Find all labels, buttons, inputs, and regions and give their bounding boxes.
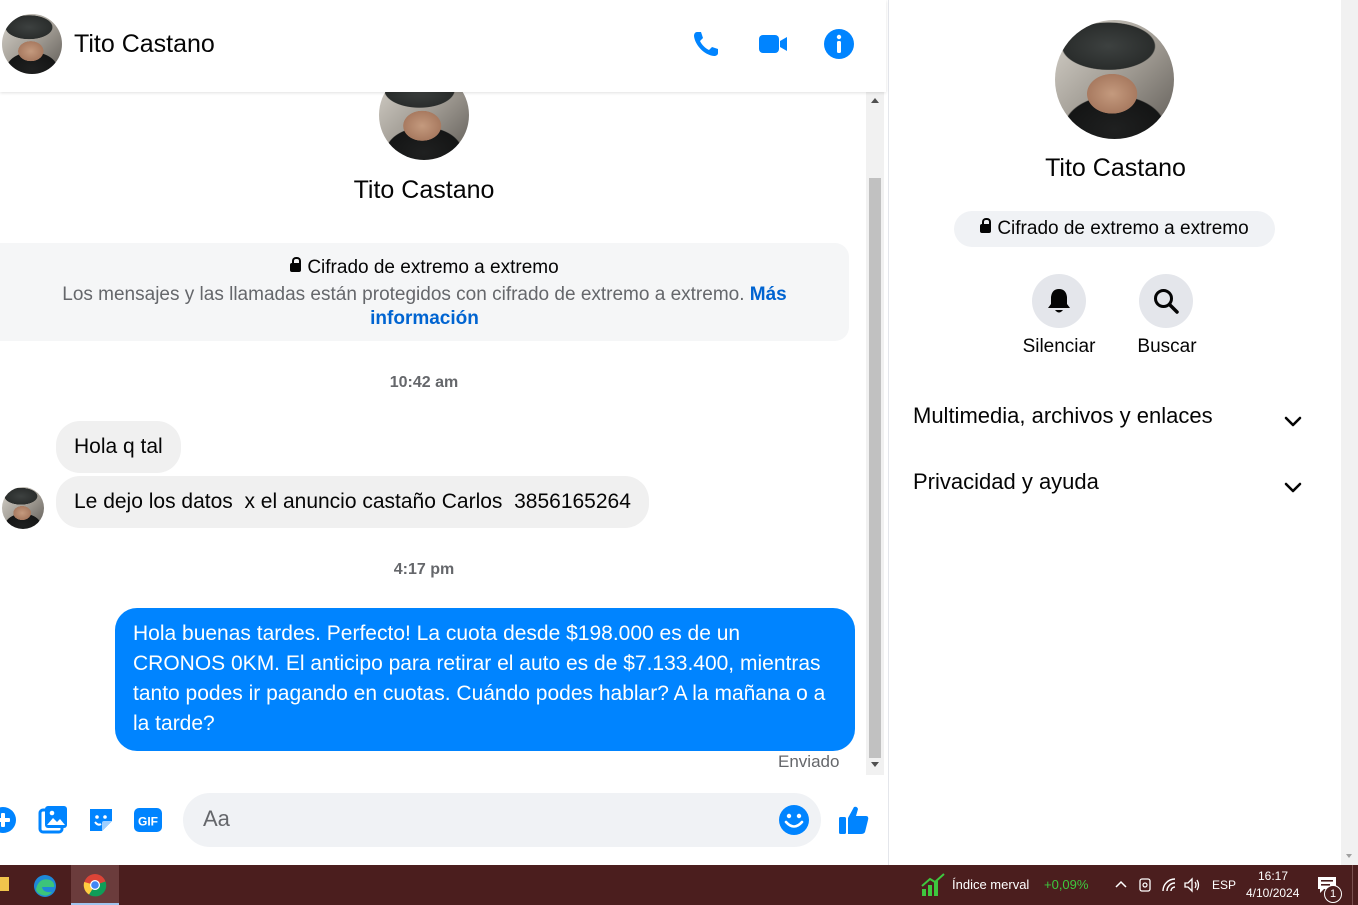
emoji-icon[interactable]	[778, 804, 810, 836]
search-label: Buscar	[1137, 336, 1197, 357]
search-button[interactable]	[1139, 274, 1193, 328]
info-icon[interactable]	[823, 28, 855, 60]
message-outgoing[interactable]: Hola buenas tardes. Perfecto! La cuota d…	[115, 608, 855, 751]
timestamp: 10:42 am	[389, 374, 459, 391]
composer: GIF	[0, 775, 886, 865]
contact-name[interactable]: Tito Castano	[74, 30, 215, 59]
message-input[interactable]	[201, 805, 765, 833]
section-media-files-links[interactable]: Multimedia, archivos y enlaces	[913, 403, 1323, 443]
info-panel: Tito Castano Cifrado de extremo a extrem…	[888, 0, 1342, 865]
show-desktop-button[interactable]	[1352, 865, 1358, 905]
mute-label: Silenciar	[1022, 336, 1096, 357]
plus-icon[interactable]	[0, 805, 18, 835]
lock-icon	[980, 218, 992, 233]
profile-name: Tito Castano	[353, 176, 495, 204]
e2e-notice: Cifrado de extremo a extremo Los mensaje…	[0, 243, 849, 341]
chevron-down-icon	[1284, 416, 1302, 427]
e2e-title: Cifrado de extremo a extremo	[0, 257, 849, 279]
profile-avatar	[379, 92, 469, 160]
chat-panel: Tito Castano Tito Castano Cifrado de ext…	[0, 0, 886, 865]
wifi-icon[interactable]	[1161, 877, 1179, 893]
taskbar: Índice merval +0,09% ESP 16:17 4/10/2024…	[0, 865, 1358, 905]
bell-icon	[1048, 289, 1070, 313]
lock-icon	[290, 257, 302, 272]
language-indicator[interactable]: ESP	[1212, 878, 1236, 892]
scroll-up-arrow[interactable]	[871, 98, 879, 103]
scrollbar-thumb[interactable]	[869, 178, 881, 758]
section-label: Privacidad y ayuda	[913, 469, 1099, 494]
clock-date[interactable]: 4/10/2024	[1246, 886, 1299, 900]
merval-widget-label[interactable]: Índice merval	[952, 877, 1029, 892]
chevron-up-icon[interactable]	[1114, 878, 1128, 890]
contact-avatar[interactable]	[2, 14, 62, 74]
scroll-down-arrow[interactable]	[1346, 854, 1352, 858]
e2e-description: Los mensajes y las llamadas están proteg…	[62, 284, 787, 329]
chevron-down-icon	[1284, 482, 1302, 493]
merval-widget-value[interactable]: +0,09%	[1044, 877, 1088, 892]
sticker-icon[interactable]	[86, 805, 116, 835]
clock-time[interactable]: 16:17	[1258, 869, 1288, 883]
message-incoming[interactable]: Le dejo los datos x el anuncio castaño C…	[56, 476, 649, 528]
chrome-icon	[83, 874, 107, 897]
message-input-box[interactable]	[183, 793, 821, 847]
chrome-taskbar-item[interactable]	[71, 865, 119, 905]
stock-chart-icon	[921, 873, 945, 896]
file-explorer-icon[interactable]	[0, 865, 22, 905]
panel-avatar	[1055, 20, 1174, 139]
notification-badge: 1	[1324, 885, 1342, 903]
message-incoming[interactable]: Hola q tal	[56, 421, 181, 473]
chat-header: Tito Castano	[0, 0, 886, 92]
image-icon[interactable]	[38, 805, 68, 835]
sent-status: Enviado	[778, 752, 840, 771]
panel-scrollbar[interactable]	[1341, 0, 1358, 865]
video-icon[interactable]	[757, 28, 789, 60]
edge-icon[interactable]	[30, 873, 60, 899]
panel-contact-name: Tito Castano	[1045, 154, 1186, 182]
phone-icon[interactable]	[690, 28, 722, 60]
gif-icon[interactable]: GIF	[133, 805, 163, 835]
section-privacy-help[interactable]: Privacidad y ayuda	[913, 469, 1323, 509]
device-icon[interactable]	[1137, 877, 1153, 893]
scroll-down-arrow[interactable]	[871, 762, 879, 767]
volume-icon[interactable]	[1183, 877, 1201, 893]
sender-avatar	[2, 487, 44, 529]
section-label: Multimedia, archivos y enlaces	[913, 403, 1213, 428]
timestamp: 4:17 pm	[393, 561, 455, 578]
like-icon[interactable]	[837, 803, 871, 837]
mute-button[interactable]	[1032, 274, 1086, 328]
e2e-pill[interactable]: Cifrado de extremo a extremo	[954, 211, 1275, 247]
search-icon	[1154, 289, 1179, 314]
gif-label: GIF	[138, 815, 158, 829]
message-list[interactable]: Tito Castano Cifrado de extremo a extrem…	[0, 92, 866, 775]
